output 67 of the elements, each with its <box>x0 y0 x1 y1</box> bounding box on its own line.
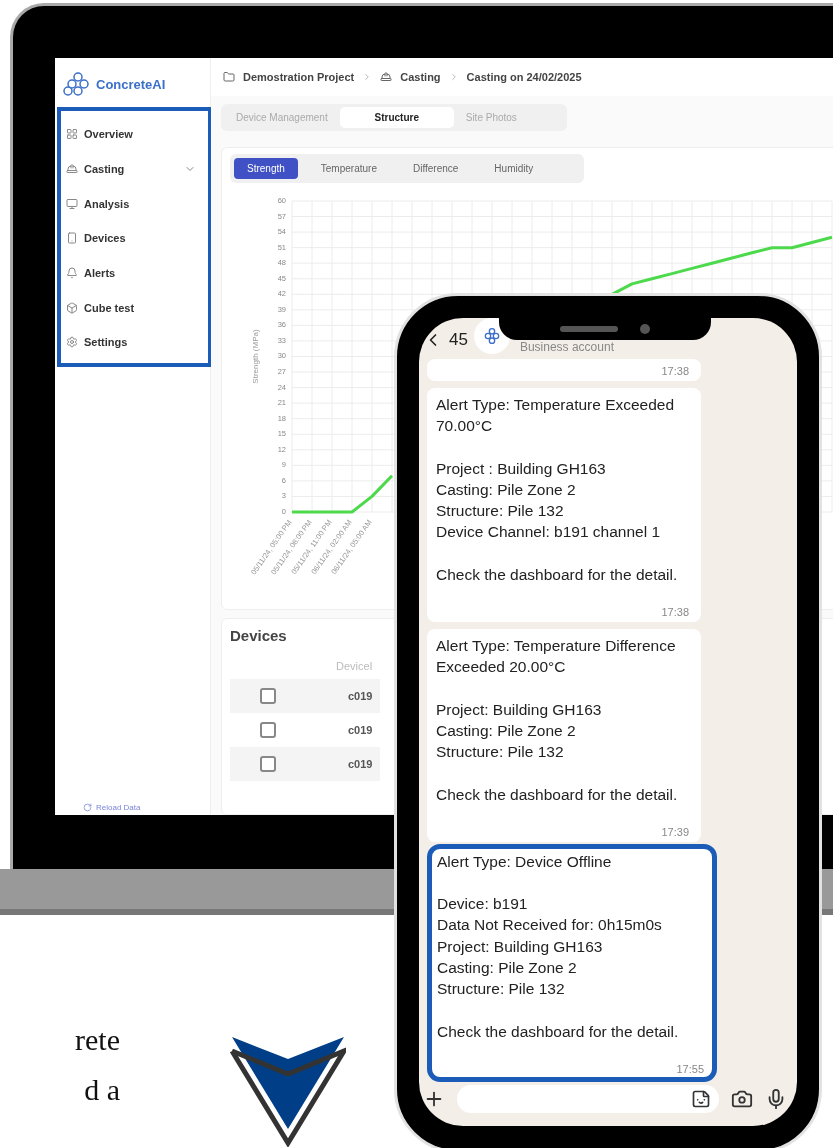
caption-text: d a <box>83 1072 120 1108</box>
message-line: Data Not Received for: 0h15m0s <box>437 915 663 936</box>
row-checkbox[interactable] <box>260 722 276 738</box>
chart-tab[interactable]: Strength <box>234 158 298 179</box>
nav-item[interactable]: Cube test <box>66 290 208 326</box>
logo-text: ConcreteAI <box>96 76 166 92</box>
device-id: c019 <box>348 758 373 770</box>
device-row[interactable]: c019 <box>230 747 380 781</box>
message-line: Alert Type: Device Offline <box>437 851 613 872</box>
row-checkbox[interactable] <box>260 688 276 704</box>
chart-tab[interactable]: Temperature <box>307 158 390 179</box>
caption-text: rete <box>74 1022 120 1058</box>
message-line: Casting: Pile Zone 2 <box>436 720 577 741</box>
message-line: Casting: Pile Zone 2 <box>436 479 577 500</box>
nav-icon <box>66 128 78 141</box>
nav-item[interactable]: Casting <box>66 151 208 187</box>
tab[interactable]: Structure <box>339 107 454 128</box>
chart-tab[interactable]: Humidity <box>481 158 547 179</box>
nav-icon <box>66 163 78 176</box>
message-line: Check the dashboard for the detail. <box>437 1021 680 1042</box>
message-line: Device: b191 <box>437 894 529 915</box>
nav-item[interactable]: Overview <box>66 117 208 152</box>
reload-icon <box>83 802 92 812</box>
message-line: Project: Building GH163 <box>436 699 603 720</box>
chevron-logo-icon <box>230 1037 346 1147</box>
device-row[interactable]: c019 <box>230 679 380 713</box>
breadcrumb-link[interactable]: Casting on 24/02/2025 <box>466 71 582 83</box>
message-line: Structure: Pile 132 <box>436 742 565 763</box>
y-axis-label: Strength (MPa) <box>251 329 260 384</box>
message-time: 17:38 <box>660 606 689 619</box>
crumb-icon <box>380 71 393 83</box>
message-line: Check the dashboard for the detail. <box>436 784 679 805</box>
nav-icon <box>66 232 78 245</box>
message-line: Project : Building GH163 <box>436 458 607 479</box>
nav-icon <box>66 301 78 314</box>
crumb-icon <box>223 71 235 83</box>
contact-subtitle: Business account <box>519 340 614 354</box>
sticker-icon[interactable] <box>691 1088 711 1109</box>
nav-item[interactable]: Alerts <box>66 255 208 291</box>
nav-item[interactable]: Settings <box>66 325 208 360</box>
message-line: Alert Type: Temperature Difference Exceeded 20.00°C <box>436 636 677 678</box>
message-line: Casting: Pile Zone 2 <box>437 958 578 979</box>
reload-button[interactable]: Reload Data <box>83 801 141 813</box>
chart-tab[interactable]: Difference <box>399 158 472 179</box>
nav-item[interactable]: Analysis <box>66 186 208 222</box>
breadcrumb-link[interactable]: Casting <box>400 71 441 83</box>
message-line: Alert Type: Temperature Exceeded 70.00°C <box>436 395 676 437</box>
nav-item[interactable]: Devices <box>66 221 208 256</box>
nav-icon <box>66 197 78 210</box>
column-header: DeviceI <box>336 659 373 674</box>
message-line: Structure: Pile 132 <box>437 979 566 1000</box>
message-line: Device Channel: b191 channel 1 <box>436 522 662 543</box>
unread-count: 45 <box>449 330 468 350</box>
message-time: 17:55 <box>675 1062 704 1075</box>
message-input[interactable] <box>457 1084 719 1113</box>
nav-icon <box>66 336 78 349</box>
device-id: c019 <box>348 724 373 736</box>
row-checkbox[interactable] <box>260 756 276 772</box>
devices-title: Devices <box>230 627 287 646</box>
nav-icon <box>66 267 78 280</box>
message-line: Check the dashboard for the detail. <box>436 564 679 585</box>
message-line: Structure: Pile 132 <box>436 501 565 522</box>
message-time: 17:39 <box>660 825 689 838</box>
message-line: Project: Building GH163 <box>437 936 604 957</box>
message-time: 17:38 <box>660 365 689 377</box>
device-id: c019 <box>348 690 373 702</box>
breadcrumb-link[interactable]: Demostration Project <box>243 71 355 83</box>
